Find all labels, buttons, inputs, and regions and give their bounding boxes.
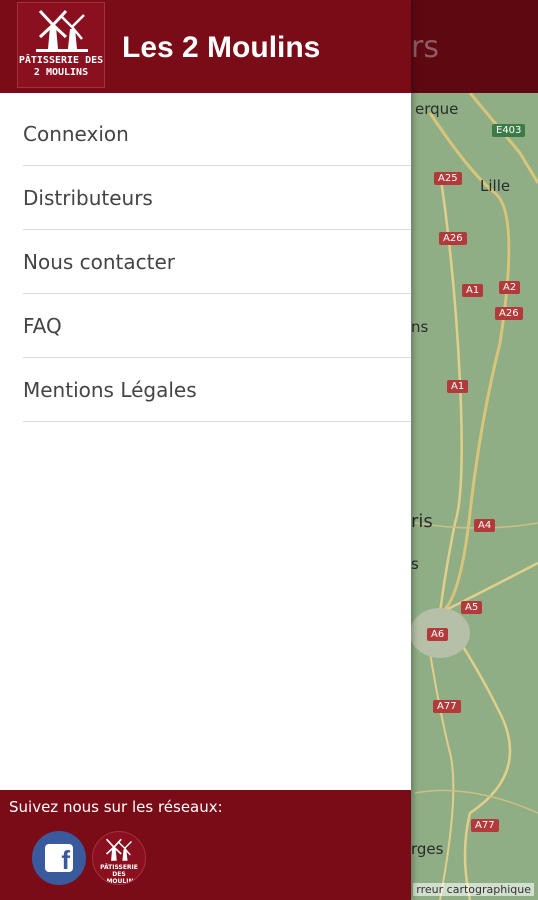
windmill-icon	[36, 9, 88, 52]
facebook-button[interactable]: f	[32, 831, 86, 885]
road-badge: A5	[461, 601, 483, 614]
brand-title: Les 2 Moulins	[122, 31, 321, 64]
road-badge: E403	[492, 124, 526, 137]
drawer-header: PÂTISSERIE DES 2 MOULINS Les 2 Moulins	[0, 0, 411, 93]
menu-item-label: Nous contacter	[23, 249, 176, 274]
drawer-menu: Connexion Distributeurs Nous contacter F…	[23, 102, 411, 422]
logo-text-line1: PÂTISSERIE DES	[18, 55, 104, 66]
brand-logo[interactable]: PÂTISSERIE DES 2 MOULINS	[17, 2, 105, 88]
road-badge: A1	[462, 284, 484, 297]
site-logo-text-line1: PÂTISSERIE DES	[100, 864, 138, 878]
map-label: ris	[411, 511, 433, 532]
social-follow-text: Suivez nous sur les réseaux:	[9, 798, 223, 816]
road-badge: A26	[439, 232, 467, 245]
road-badge: A6	[427, 628, 449, 641]
menu-item-distributeurs[interactable]: Distributeurs	[23, 166, 411, 230]
windmill-icon	[105, 838, 132, 861]
facebook-icon: f	[45, 844, 73, 872]
road-badge: A77	[433, 700, 461, 713]
drawer-footer: Suivez nous sur les réseaux: f PÂTISSERI…	[0, 790, 411, 900]
menu-item-faq[interactable]: FAQ	[23, 294, 411, 358]
map-label: erque	[415, 100, 459, 118]
menu-item-mentions-legales[interactable]: Mentions Légales	[23, 358, 411, 422]
road-badge: A25	[434, 172, 462, 185]
map-label: rges	[411, 840, 444, 858]
road-badge: A26	[495, 307, 523, 320]
road-badge: A2	[499, 281, 521, 294]
site-logo-text-line2: 2 MOULINS	[100, 878, 138, 885]
menu-item-label: Mentions Légales	[23, 377, 197, 402]
menu-item-label: FAQ	[23, 313, 62, 338]
map-attribution[interactable]: rreur cartographique	[413, 883, 534, 896]
site-logo-text: PÂTISSERIE DES 2 MOULINS	[93, 864, 145, 885]
site-logo-button[interactable]: PÂTISSERIE DES 2 MOULINS	[92, 831, 146, 885]
menu-item-nous-contacter[interactable]: Nous contacter	[23, 230, 411, 294]
map-label: ns	[411, 318, 429, 336]
map-label: s	[411, 555, 419, 573]
road-badge: A77	[471, 819, 499, 832]
logo-text-line2: 2 MOULINS	[33, 67, 89, 78]
road-badge: A1	[447, 380, 469, 393]
menu-item-label: Distributeurs	[23, 185, 153, 210]
map-label: Lille	[480, 177, 511, 195]
menu-item-label: Connexion	[23, 121, 129, 146]
road-badge: A4	[474, 519, 496, 532]
menu-item-connexion[interactable]: Connexion	[23, 102, 411, 166]
navigation-drawer: PÂTISSERIE DES 2 MOULINS Les 2 Moulins C…	[0, 0, 411, 900]
logo-text: PÂTISSERIE DES 2 MOULINS	[18, 55, 104, 79]
